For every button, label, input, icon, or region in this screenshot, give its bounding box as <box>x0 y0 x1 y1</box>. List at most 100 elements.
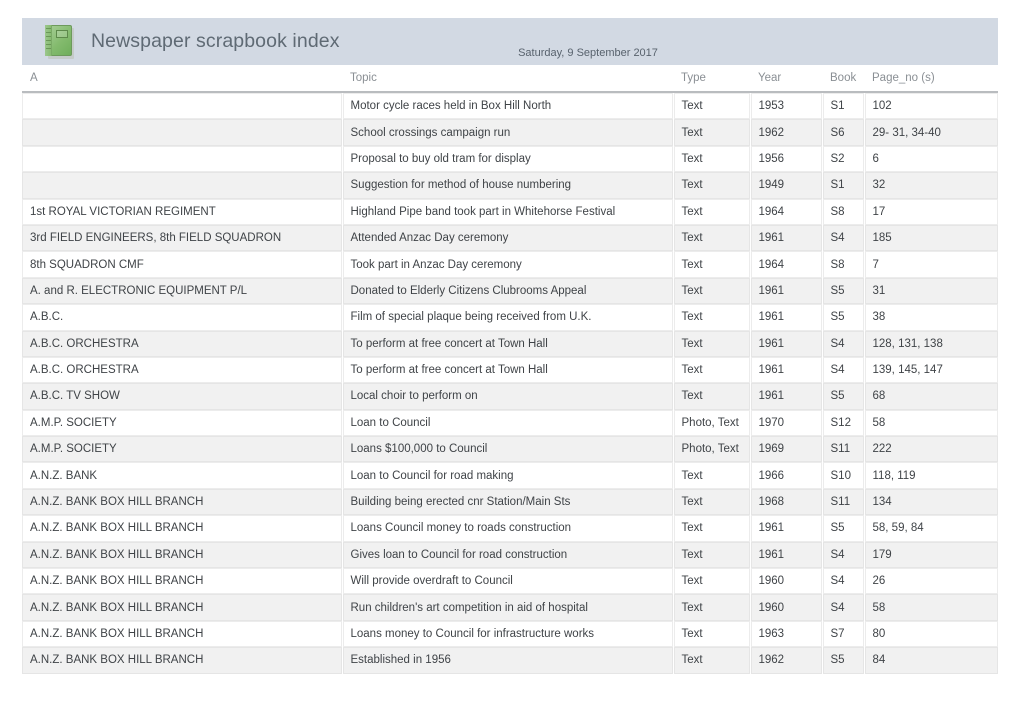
cell-a: A.N.Z. BANK BOX HILL BRANCH <box>22 488 343 516</box>
column-header-book[interactable]: Book <box>822 68 864 93</box>
cell-page_no: 58 <box>863 594 998 621</box>
table-row[interactable]: A.M.P. SOCIETY Loans $100,000 to Council P… <box>22 436 998 463</box>
cell-type: Text <box>672 251 751 278</box>
cell-book: S11 <box>821 488 865 516</box>
table-row[interactable]: A.M.P. SOCIETY Loan to Council Photo, Text… <box>22 409 998 437</box>
column-header-type[interactable]: Type <box>673 68 750 93</box>
cell-a: A.B.C. <box>22 304 343 331</box>
table-row[interactable]: 1st ROYAL VICTORIAN REGIMENT Highland Pip… <box>22 198 998 225</box>
cell-book: S12 <box>821 409 865 437</box>
cell-a: A.M.P. SOCIETY <box>22 436 343 463</box>
cell-year: 1961 <box>749 383 823 410</box>
cell-a: A.B.C. ORCHESTRA <box>22 330 343 357</box>
cell-a <box>22 92 343 120</box>
cell-a: A.N.Z. BANK BOX HILL BRANCH <box>22 568 343 595</box>
cell-page_no: 58 <box>863 409 998 437</box>
table-row[interactable]: A.N.Z. BANK BOX HILL BRANCH Established i… <box>22 647 998 674</box>
cell-year: 1962 <box>749 119 823 146</box>
cell-year: 1970 <box>749 409 823 437</box>
cell-topic: Established in 1956 <box>341 647 674 674</box>
cell-a: A.N.Z. BANK BOX HILL BRANCH <box>22 515 343 542</box>
cell-topic: Loans Council money to roads constructio… <box>341 515 674 542</box>
cell-year: 1960 <box>749 594 823 621</box>
table-row[interactable]: A.N.Z. BANK BOX HILL BRANCH Gives loan to… <box>22 541 998 569</box>
cell-page_no: 102 <box>863 92 998 120</box>
cell-book: S11 <box>821 436 865 463</box>
cell-year: 1963 <box>749 620 823 648</box>
table-row[interactable]: Motor cycle races held in Box Hill North… <box>22 92 998 120</box>
table-row[interactable]: Proposal to buy old tram for display Text… <box>22 145 998 173</box>
cell-topic: Gives loan to Council for road construct… <box>341 541 674 569</box>
cell-book: S10 <box>821 462 865 489</box>
table-row[interactable]: School crossings campaign run Text 1962 S6 2… <box>22 119 998 146</box>
cell-topic: Loans $100,000 to Council <box>341 436 674 463</box>
cell-a: A.M.P. SOCIETY <box>22 409 343 437</box>
cell-type: Text <box>672 620 751 648</box>
cell-book: S4 <box>821 224 865 252</box>
cell-type: Text <box>672 119 751 146</box>
cell-a: A.B.C. TV SHOW <box>22 383 343 410</box>
cell-year: 1964 <box>749 251 823 278</box>
cell-book: S1 <box>821 172 865 199</box>
cell-type: Text <box>672 304 751 331</box>
cell-book: S1 <box>821 92 865 120</box>
cell-book: S5 <box>821 304 865 331</box>
cell-page_no: 84 <box>863 647 998 674</box>
table-row[interactable]: A.B.C. ORCHESTRA To perform at free conce… <box>22 330 998 357</box>
cell-page_no: 31 <box>863 277 998 305</box>
column-header-page-no[interactable]: Page_no (s) <box>864 68 998 93</box>
cell-type: Text <box>672 356 751 384</box>
column-header-a[interactable]: A <box>22 68 342 93</box>
cell-book: S7 <box>821 620 865 648</box>
cell-topic: To perform at free concert at Town Hall <box>341 356 674 384</box>
cell-a: 8th SQUADRON CMF <box>22 251 343 278</box>
cell-a: A.N.Z. BANK BOX HILL BRANCH <box>22 594 343 621</box>
table-row[interactable]: A. and R. ELECTRONIC EQUIPMENT P/L Donate… <box>22 277 998 305</box>
table-row[interactable]: A.N.Z. BANK BOX HILL BRANCH Loans Council… <box>22 515 998 542</box>
cell-type: Text <box>672 647 751 674</box>
cell-book: S4 <box>821 541 865 569</box>
cell-book: S2 <box>821 145 865 173</box>
cell-a: A.N.Z. BANK BOX HILL BRANCH <box>22 647 343 674</box>
table-row[interactable]: 3rd FIELD ENGINEERS, 8th FIELD SQUADRON A… <box>22 224 998 252</box>
cell-a: A. and R. ELECTRONIC EQUIPMENT P/L <box>22 277 343 305</box>
table-row[interactable]: A.N.Z. BANK BOX HILL BRANCH Building bein… <box>22 488 998 516</box>
cell-year: 1961 <box>749 330 823 357</box>
report-header-band: Newspaper scrapbook index Saturday, 9 Se… <box>22 18 998 65</box>
table-row[interactable]: A.N.Z. BANK BOX HILL BRANCH Run children'… <box>22 594 998 621</box>
table-row[interactable]: A.B.C. ORCHESTRA To perform at free conce… <box>22 356 998 384</box>
cell-a: 1st ROYAL VICTORIAN REGIMENT <box>22 198 343 225</box>
cell-book: S5 <box>821 647 865 674</box>
cell-topic: Took part in Anzac Day ceremony <box>341 251 674 278</box>
cell-topic: School crossings campaign run <box>341 119 674 146</box>
table-row[interactable]: A.N.Z. BANK BOX HILL BRANCH Loans money t… <box>22 620 998 648</box>
cell-book: S6 <box>821 119 865 146</box>
cell-topic: Run children's art competition in aid of… <box>341 594 674 621</box>
column-header-year[interactable]: Year <box>750 68 822 93</box>
cell-type: Text <box>672 92 751 120</box>
cell-topic: Will provide overdraft to Council <box>341 568 674 595</box>
table-row[interactable]: 8th SQUADRON CMF Took part in Anzac Day c… <box>22 251 998 278</box>
table-row[interactable]: Suggestion for method of house numbering… <box>22 172 998 199</box>
table-row[interactable]: A.B.C. Film of special plaque being recei… <box>22 304 998 331</box>
cell-topic: Local choir to perform on <box>341 383 674 410</box>
cell-type: Text <box>672 568 751 595</box>
cell-page_no: 222 <box>863 436 998 463</box>
cell-page_no: 6 <box>863 145 998 173</box>
cell-page_no: 128, 131, 138 <box>863 330 998 357</box>
cell-page_no: 32 <box>863 172 998 199</box>
table-header-row: A Topic Type Year Book Page_no (s) <box>22 68 998 93</box>
cell-book: S8 <box>821 198 865 225</box>
cell-topic: Donated to Elderly Citizens Clubrooms Ap… <box>341 277 674 305</box>
column-header-topic[interactable]: Topic <box>342 68 673 93</box>
cell-a <box>22 172 343 199</box>
table-row[interactable]: A.N.Z. BANK Loan to Council for road maki… <box>22 462 998 489</box>
cell-topic: Highland Pipe band took part in Whitehor… <box>341 198 674 225</box>
cell-book: S4 <box>821 356 865 384</box>
cell-book: S4 <box>821 330 865 357</box>
cell-type: Text <box>672 172 751 199</box>
table-row[interactable]: A.B.C. TV SHOW Local choir to perform on T… <box>22 383 998 410</box>
table-row[interactable]: A.N.Z. BANK BOX HILL BRANCH Will provide … <box>22 568 998 595</box>
cell-a: A.B.C. ORCHESTRA <box>22 356 343 384</box>
cell-year: 1961 <box>749 224 823 252</box>
